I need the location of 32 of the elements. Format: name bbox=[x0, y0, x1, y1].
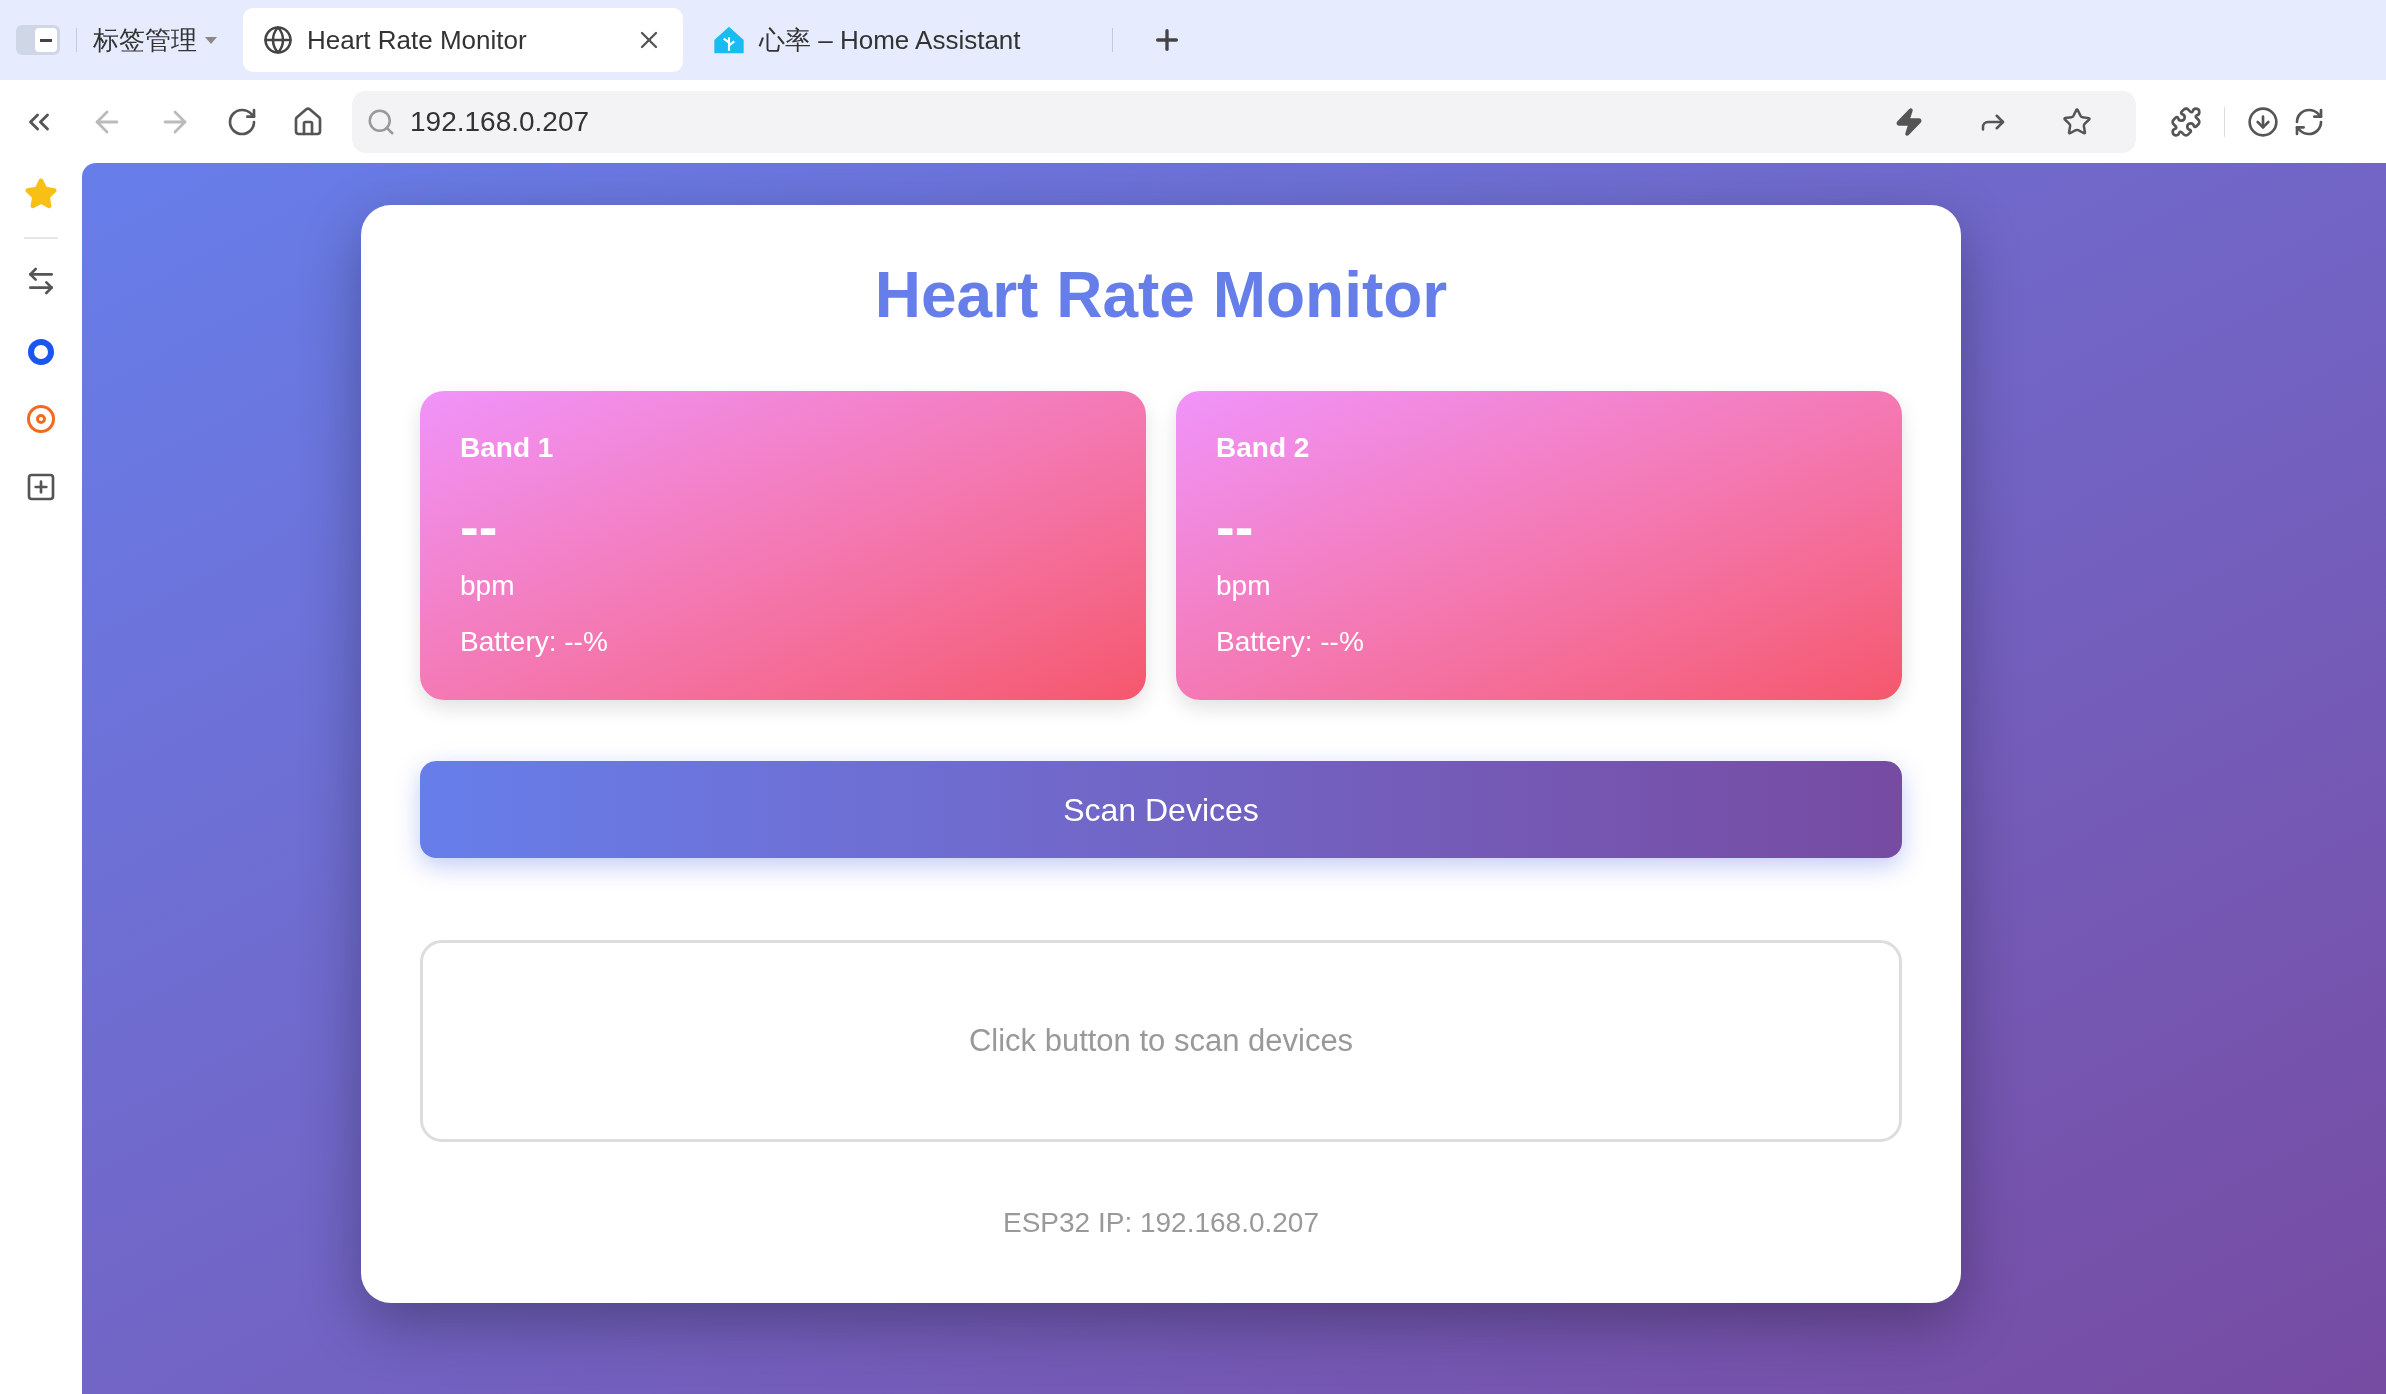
lightning-icon[interactable] bbox=[1894, 106, 1924, 137]
caret-icon bbox=[205, 36, 217, 44]
tab-title: Heart Rate Monitor bbox=[307, 23, 528, 57]
address-text: 192.168.0.207 bbox=[410, 104, 591, 139]
heart-rate-value: -- bbox=[1216, 499, 1255, 555]
tab-title: 心率 – Home Assistant bbox=[759, 23, 1022, 57]
unit-label: bpm bbox=[1216, 569, 1272, 603]
browser-tab[interactable]: 心率 – Home Assistant bbox=[693, 8, 1133, 72]
globe-icon bbox=[263, 25, 293, 55]
status-text: Click button to scan devices bbox=[968, 1021, 1354, 1060]
battery-label: Battery: --% bbox=[460, 625, 609, 659]
sidebar-toggle-icon[interactable] bbox=[16, 25, 60, 55]
star-icon[interactable] bbox=[24, 177, 58, 211]
band-name: Band 1 bbox=[460, 431, 555, 465]
unit-label: bpm bbox=[460, 569, 516, 603]
home-icon[interactable] bbox=[292, 105, 324, 138]
page-title: Heart Rate Monitor bbox=[873, 263, 1449, 327]
tab-group-button[interactable]: 标签管理 bbox=[93, 20, 233, 60]
bookmark-icon[interactable] bbox=[2062, 106, 2092, 137]
address-bar[interactable]: 192.168.0.207 bbox=[352, 90, 2136, 153]
battery-label: Battery: --% bbox=[1216, 625, 1365, 659]
add-panel-icon[interactable] bbox=[25, 471, 57, 503]
scan-devices-button[interactable]: Scan Devices bbox=[420, 761, 1902, 858]
search-app-icon[interactable] bbox=[28, 339, 54, 365]
browser-tab[interactable]: Heart Rate Monitor bbox=[243, 8, 683, 72]
download-icon[interactable] bbox=[2247, 105, 2279, 138]
band-name: Band 2 bbox=[1216, 431, 1311, 465]
house-icon bbox=[713, 24, 745, 56]
ip-text: ESP32 IP: 192.168.0.207 bbox=[1002, 1206, 1320, 1240]
extensions-icon[interactable] bbox=[2170, 105, 2202, 138]
app-icon[interactable] bbox=[27, 405, 55, 433]
heart-rate-value: -- bbox=[460, 499, 499, 555]
